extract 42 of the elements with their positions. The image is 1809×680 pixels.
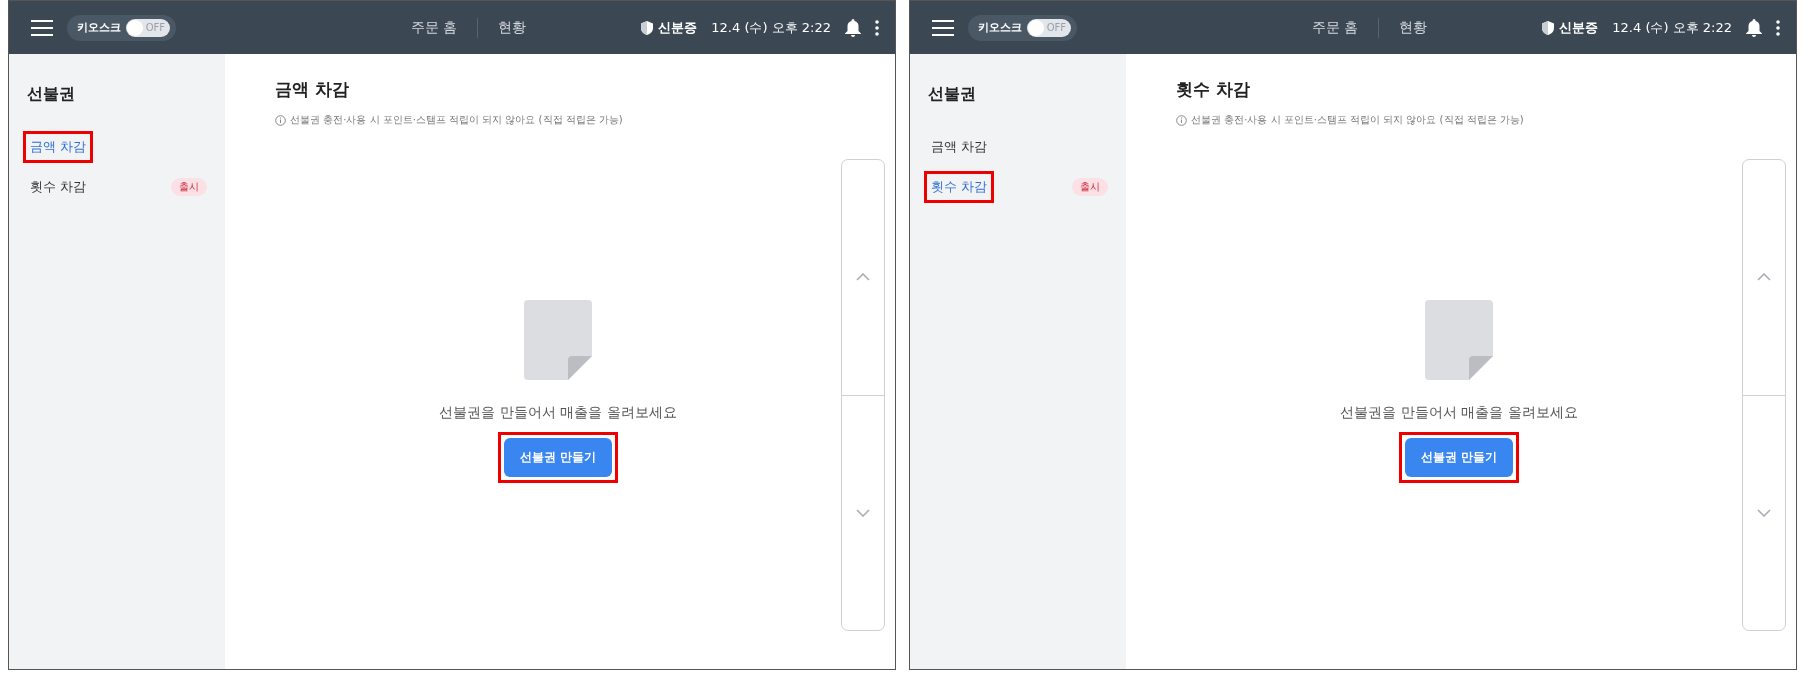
sidebar-item[interactable]: 금액 차감 bbox=[23, 131, 94, 163]
bell-icon[interactable] bbox=[845, 18, 861, 37]
info-icon bbox=[1176, 114, 1187, 126]
nav-link[interactable]: 현황 bbox=[1379, 18, 1448, 37]
nav-link[interactable]: 주문 홈 bbox=[391, 18, 478, 37]
nav-link[interactable]: 현황 bbox=[478, 18, 547, 37]
sidebar-item[interactable]: 금액 차감 bbox=[924, 131, 995, 163]
bell-icon[interactable] bbox=[1746, 18, 1762, 37]
info-icon bbox=[275, 114, 286, 126]
kiosk-label: 키오스크 bbox=[978, 20, 1022, 35]
sidebar-title: 선불권 bbox=[928, 84, 977, 105]
sidebar-title: 선불권 bbox=[27, 84, 76, 105]
more-icon[interactable] bbox=[875, 19, 879, 36]
chevron-down-icon bbox=[1757, 508, 1771, 517]
chevron-down-icon bbox=[856, 508, 870, 517]
empty-message: 선불권을 만들어서 매출을 올려보세요 bbox=[439, 403, 677, 422]
id-card-link[interactable]: 신분증 bbox=[658, 18, 698, 37]
menu-icon[interactable] bbox=[932, 19, 954, 36]
shield-icon bbox=[641, 20, 654, 35]
shield-icon bbox=[1542, 20, 1555, 35]
document-icon bbox=[1425, 299, 1493, 380]
page-title: 횟수 차감 bbox=[1176, 78, 1251, 101]
nav-link[interactable]: 주문 홈 bbox=[1292, 18, 1379, 37]
empty-message: 선불권을 만들어서 매출을 올려보세요 bbox=[1340, 403, 1578, 422]
id-card-link[interactable]: 신분증 bbox=[1559, 18, 1599, 37]
date-time: 12.4 (수) 오후 2:22 bbox=[711, 18, 831, 37]
sidebar-item[interactable]: 횟수 차감 bbox=[23, 171, 94, 203]
sidebar-item[interactable]: 횟수 차감 bbox=[924, 171, 995, 203]
more-icon[interactable] bbox=[1776, 19, 1780, 36]
date-time: 12.4 (수) 오후 2:22 bbox=[1612, 18, 1732, 37]
notice-text: 선불권 충전·사용 시 포인트·스탬프 적립이 되지 않아요 (직접 적립은 가능) bbox=[1191, 113, 1524, 127]
new-badge: 출시 bbox=[171, 178, 207, 196]
document-icon bbox=[524, 299, 592, 380]
new-badge: 출시 bbox=[1072, 178, 1108, 196]
kiosk-label: 키오스크 bbox=[77, 20, 121, 35]
chevron-up-icon bbox=[856, 273, 870, 282]
page-title: 금액 차감 bbox=[275, 78, 350, 101]
create-button[interactable]: 선불권 만들기 bbox=[1404, 437, 1514, 477]
chevron-up-icon bbox=[1757, 273, 1771, 282]
create-button[interactable]: 선불권 만들기 bbox=[503, 437, 613, 477]
menu-icon[interactable] bbox=[31, 19, 53, 36]
notice-text: 선불권 충전·사용 시 포인트·스탬프 적립이 되지 않아요 (직접 적립은 가능) bbox=[290, 113, 623, 127]
